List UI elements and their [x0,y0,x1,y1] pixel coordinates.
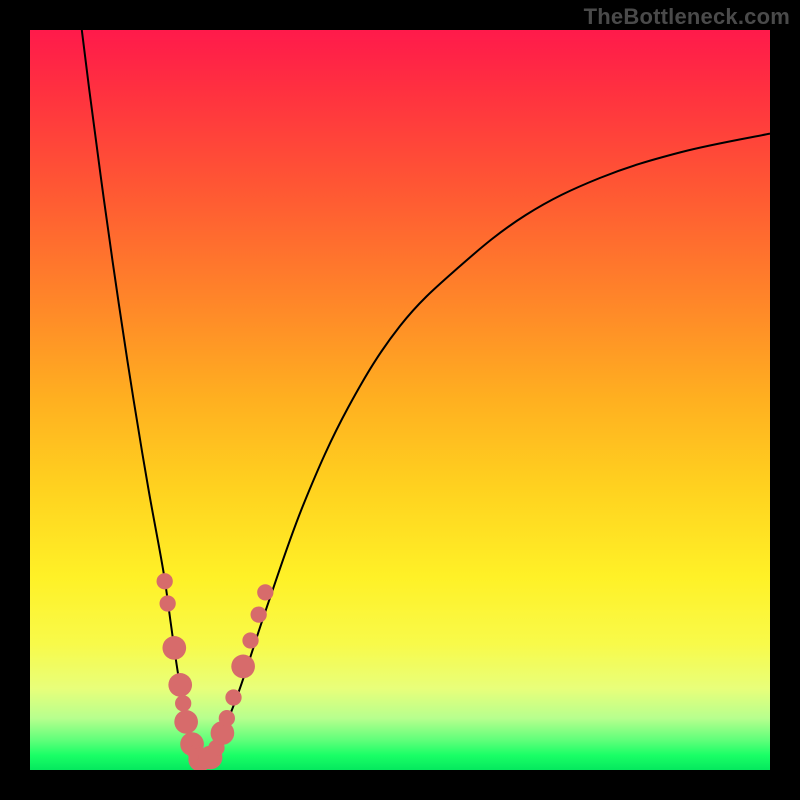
highlighted-point [174,710,198,734]
highlighted-point [251,606,267,622]
highlighted-point [175,695,191,711]
plot-area [30,30,770,770]
highlighted-point [160,595,176,611]
highlighted-point [225,689,241,705]
highlighted-point [242,632,258,648]
highlighted-point [162,636,186,660]
highlighted-point [231,655,255,679]
watermark-text: TheBottleneck.com [584,4,790,30]
highlighted-point [168,673,192,697]
highlighted-point [219,710,235,726]
chart-frame: TheBottleneck.com [0,0,800,800]
highlighted-point [157,573,173,589]
curve-right-branch [200,134,770,767]
highlighted-point [257,584,273,600]
highlighted-points-group [157,573,274,770]
curve-svg [30,30,770,770]
